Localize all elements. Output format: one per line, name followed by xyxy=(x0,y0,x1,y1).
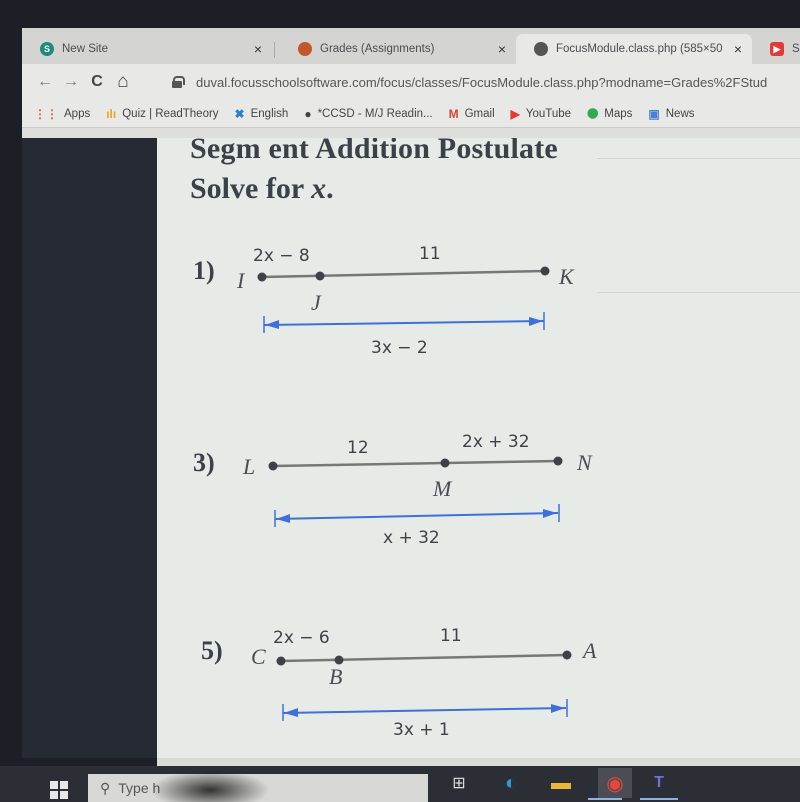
point-l xyxy=(268,461,278,471)
bookmark-ccsd[interactable]: ● *CCSD - M/J Readin... xyxy=(304,107,432,121)
segment-line xyxy=(261,269,546,279)
point-i xyxy=(257,272,267,282)
gmail-icon: M xyxy=(448,106,459,121)
point-k xyxy=(540,266,550,276)
url-text: duval.focusschoolsoftware.com/focus/clas… xyxy=(196,74,768,90)
sharepoint-icon: S xyxy=(40,42,54,56)
tab-separator xyxy=(274,42,275,58)
back-button[interactable]: ← xyxy=(32,73,58,91)
globe-icon xyxy=(534,42,548,56)
segment-diagram xyxy=(276,650,572,721)
segment-diagram xyxy=(257,266,550,333)
instructions-text: Solve for xyxy=(190,172,312,205)
reload-button[interactable]: C xyxy=(84,73,110,91)
youtube-icon: ▶ xyxy=(770,42,784,56)
problem-3: 3) L M N 12 2x + 32 x + 32 xyxy=(157,432,800,574)
total-length-arrow xyxy=(274,504,560,527)
page-bottom-edge xyxy=(157,758,800,766)
bar-chart-icon: ılı xyxy=(106,106,117,121)
bookmark-readtheory[interactable]: ılı Quiz | ReadTheory xyxy=(106,107,218,121)
edge-icon[interactable]: ◐ xyxy=(498,772,524,794)
search-icon: ⚲ xyxy=(100,779,111,796)
divider xyxy=(597,158,800,159)
bookmark-label: Maps xyxy=(604,107,633,120)
point-n xyxy=(553,456,563,466)
worksheet-title: Segm ent Addition Postulate xyxy=(190,138,558,165)
point-c xyxy=(276,656,286,666)
bookmark-label: YouTube xyxy=(525,107,572,120)
total-length-arrow xyxy=(282,699,568,721)
segment-diagram xyxy=(268,456,563,527)
worksheet-instructions: Solve for x. xyxy=(190,172,334,206)
apps-grid-icon: ⋮⋮ xyxy=(34,106,58,121)
teams-active-indicator xyxy=(640,798,678,800)
file-explorer-icon[interactable]: ▬ xyxy=(548,772,574,794)
windows-start-icon[interactable] xyxy=(50,781,68,799)
cross-x-icon: ✖ xyxy=(234,106,245,121)
tab-strip: S New Site × Grades (Assignments) × Focu… xyxy=(22,28,800,64)
forward-button[interactable]: → xyxy=(58,73,84,91)
tab-title: Grades (Assignments) xyxy=(320,43,435,55)
point-m xyxy=(440,458,450,468)
bookmark-gmail[interactable]: M Gmail xyxy=(449,107,495,121)
segment-line xyxy=(272,459,559,468)
point-j xyxy=(315,271,325,281)
browser-window: S New Site × Grades (Assignments) × Focu… xyxy=(22,28,800,138)
variable-x: x xyxy=(311,172,327,205)
close-tab-icon[interactable]: × xyxy=(498,41,506,57)
bookmark-apps[interactable]: ⋮⋮ Apps xyxy=(34,107,90,121)
close-tab-icon[interactable]: × xyxy=(254,41,262,57)
worksheet-image: Segm ent Addition Postulate Solve for x.… xyxy=(157,138,800,758)
focus-avatar-icon xyxy=(298,42,312,56)
total-length-arrow xyxy=(263,312,545,333)
bookmark-label: News xyxy=(665,107,695,120)
problem-5: 5) C B A 2x − 6 11 3x + 1 xyxy=(157,626,800,758)
instructions-period: . xyxy=(326,172,334,205)
tab-grades[interactable]: Grades (Assignments) × xyxy=(280,34,516,64)
task-view-icon[interactable]: ⊞ xyxy=(446,772,472,794)
bookmark-label: English xyxy=(250,107,289,120)
tab-youtube-seg[interactable]: ▶ Seg xyxy=(752,34,800,64)
segment-line xyxy=(280,653,568,663)
globe-icon: ● xyxy=(304,106,312,121)
bookmark-maps[interactable]: ⬤ Maps xyxy=(587,108,632,120)
tab-title: New Site xyxy=(62,43,109,55)
dark-page-background xyxy=(22,138,157,758)
browser-toolbar: ← → C ⌂ duval.focusschoolsoftware.com/fo… xyxy=(22,64,800,100)
bookmark-label: Quiz | ReadTheory xyxy=(122,107,219,120)
youtube-icon: ▶ xyxy=(510,106,520,121)
bookmark-label: Apps xyxy=(64,107,91,120)
maps-pin-icon: ⬤ xyxy=(587,108,599,119)
tab-title: FocusModule.class.php (585×50 xyxy=(556,43,723,55)
home-button[interactable]: ⌂ xyxy=(110,71,136,93)
bookmarks-bar: ⋮⋮ Apps ılı Quiz | ReadTheory ✖ English … xyxy=(22,100,800,128)
lock-icon xyxy=(172,76,185,88)
bookmark-english[interactable]: ✖ English xyxy=(235,107,289,121)
address-bar[interactable]: duval.focusschoolsoftware.com/focus/clas… xyxy=(172,68,800,96)
point-a xyxy=(562,650,572,660)
tab-title: Seg xyxy=(792,43,800,55)
bookmark-label: *CCSD - M/J Readin... xyxy=(317,107,433,120)
bookmark-youtube[interactable]: ▶ YouTube xyxy=(511,107,571,121)
teams-icon[interactable]: T xyxy=(646,772,672,794)
close-tab-icon[interactable]: × xyxy=(734,41,742,57)
news-icon: ▣ xyxy=(648,106,660,121)
bookmark-news[interactable]: ▣ News xyxy=(648,107,694,121)
bookmark-label: Gmail xyxy=(464,107,495,120)
point-b xyxy=(334,655,344,665)
tab-focus-module[interactable]: FocusModule.class.php (585×50 × xyxy=(516,34,752,64)
chrome-icon[interactable]: ◉ xyxy=(598,768,632,798)
chrome-active-indicator xyxy=(588,798,622,800)
tab-new-site[interactable]: S New Site × xyxy=(22,34,272,64)
problem-1: 1) I J K 2x − 8 11 3x − 2 xyxy=(157,238,800,378)
photo-shadow xyxy=(150,770,270,802)
